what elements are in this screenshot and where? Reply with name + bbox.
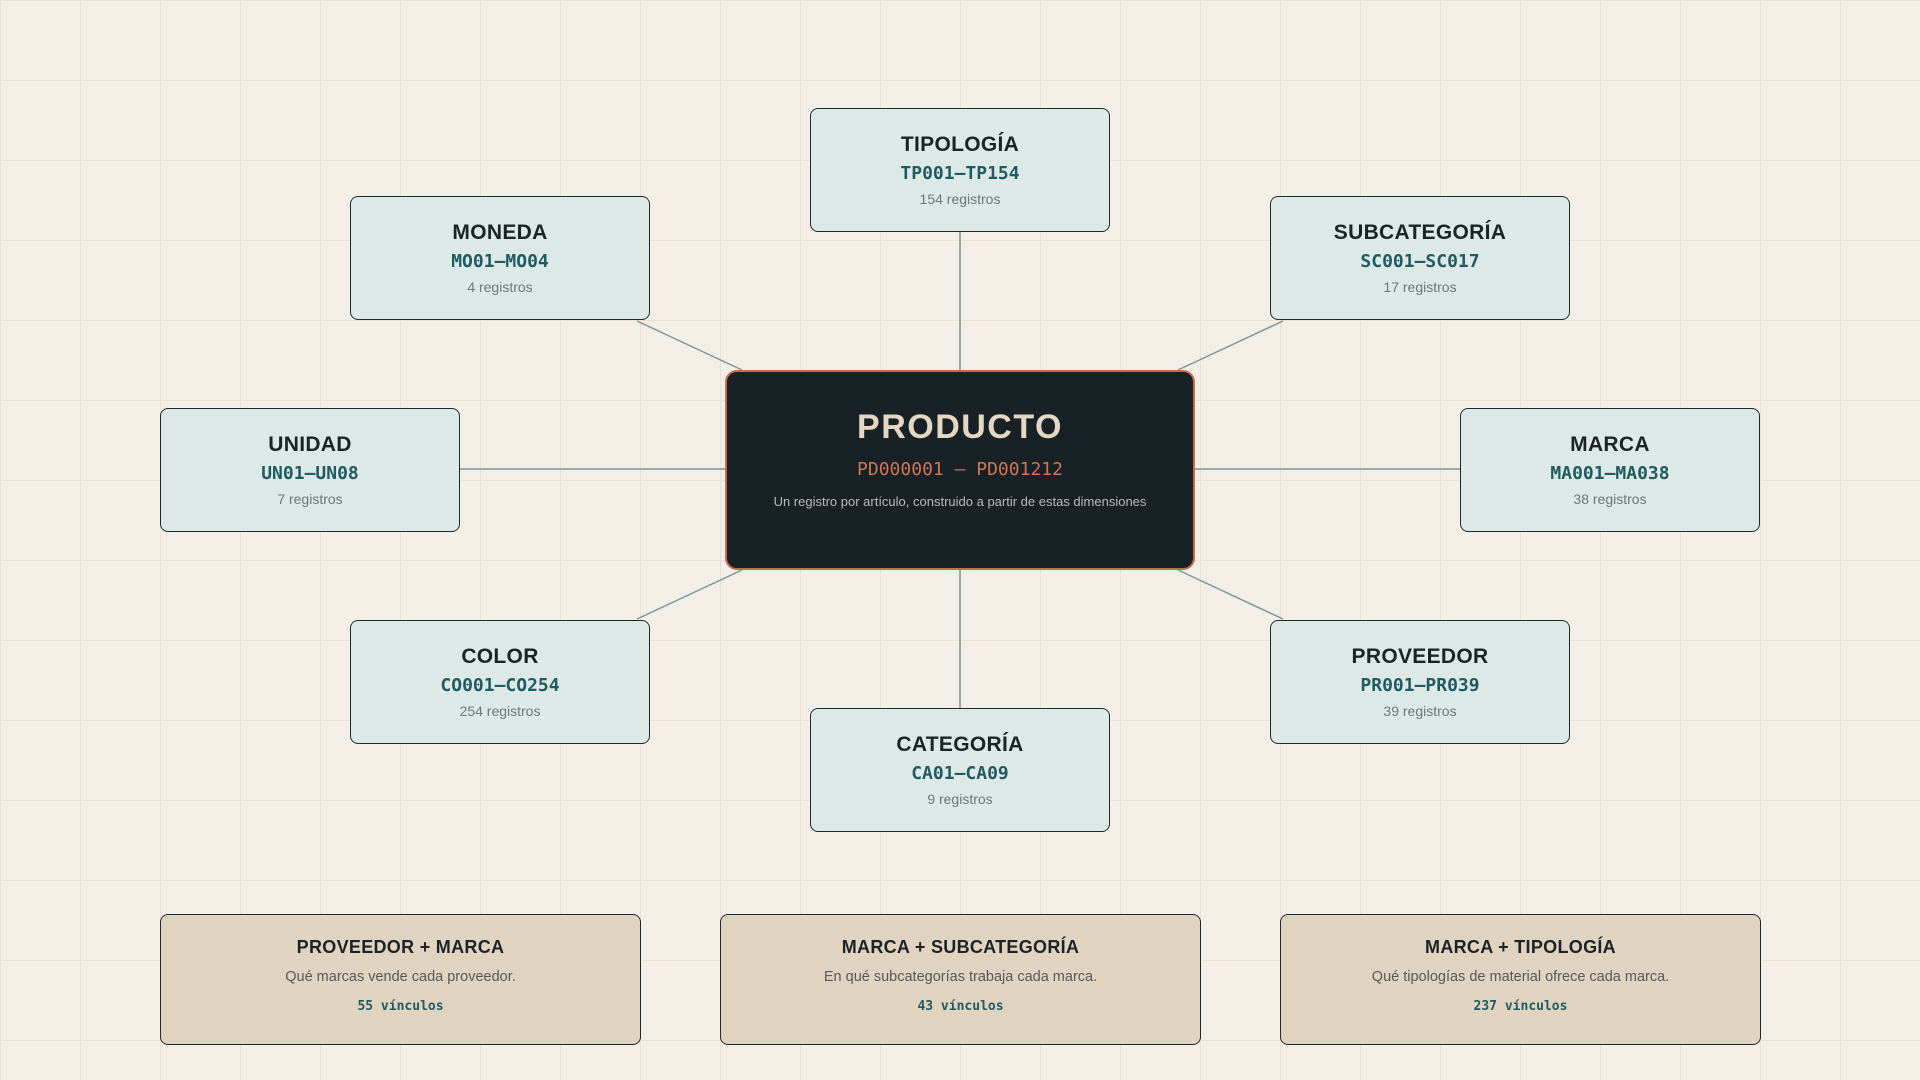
node-unidad: UNIDAD UN01–UN08 7 registros — [160, 408, 460, 532]
relation-marca-subcategoria: MARCA + SUBCATEGORÍA En qué subcategoría… — [720, 914, 1201, 1045]
node-count: 9 registros — [927, 791, 993, 807]
center-description: Un registro por artículo, construido a p… — [773, 494, 1147, 509]
node-moneda: MONEDA MO01–MO04 4 registros — [350, 196, 650, 320]
node-range: TP001–TP154 — [900, 163, 1020, 184]
connector-color — [636, 569, 743, 620]
relation-proveedor-marca: PROVEEDOR + MARCA Qué marcas vende cada … — [160, 914, 641, 1045]
schema-diagram: PRODUCTO PD000001 – PD001212 Un registro… — [0, 0, 1920, 1080]
node-range: UN01–UN08 — [261, 463, 359, 484]
node-range: SC001–SC017 — [1360, 251, 1480, 272]
node-marca: MARCA MA001–MA038 38 registros — [1460, 408, 1760, 532]
connector-proveedor — [1177, 569, 1284, 620]
node-range: CA01–CA09 — [911, 763, 1009, 784]
node-color: COLOR CO001–CO254 254 registros — [350, 620, 650, 744]
node-name: COLOR — [461, 645, 539, 668]
relation-count: 237 vínculos — [1473, 999, 1568, 1014]
node-categoria: CATEGORÍA CA01–CA09 9 registros — [810, 708, 1110, 832]
node-tipologia: TIPOLOGÍA TP001–TP154 154 registros — [810, 108, 1110, 232]
node-name: CATEGORÍA — [896, 733, 1024, 756]
relation-title: PROVEEDOR + MARCA — [296, 937, 505, 957]
node-range: MO01–MO04 — [451, 251, 549, 272]
relation-title: MARCA + TIPOLOGÍA — [1425, 937, 1616, 957]
node-name: PROVEEDOR — [1351, 645, 1489, 668]
center-range: PD000001 – PD001212 — [857, 459, 1063, 480]
relation-count: 55 vínculos — [357, 999, 444, 1014]
node-proveedor: PROVEEDOR PR001–PR039 39 registros — [1270, 620, 1570, 744]
node-count: 254 registros — [459, 703, 541, 719]
node-range: PR001–PR039 — [1360, 675, 1480, 696]
node-subcategoria: SUBCATEGORÍA SC001–SC017 17 registros — [1270, 196, 1570, 320]
node-range: MA001–MA038 — [1550, 463, 1670, 484]
connector-subcategoria — [1177, 320, 1284, 371]
node-count: 17 registros — [1383, 279, 1457, 295]
relation-description: En qué subcategorías trabaja cada marca. — [823, 969, 1098, 985]
node-range: CO001–CO254 — [440, 675, 560, 696]
relation-description: Qué marcas vende cada proveedor. — [285, 969, 516, 985]
node-count: 39 registros — [1383, 703, 1457, 719]
center-node-producto: PRODUCTO PD000001 – PD001212 Un registro… — [725, 370, 1195, 570]
center-title: PRODUCTO — [857, 408, 1063, 446]
node-count: 4 registros — [467, 279, 533, 295]
node-name: UNIDAD — [268, 433, 352, 456]
relation-marca-tipologia: MARCA + TIPOLOGÍA Qué tipologías de mate… — [1280, 914, 1761, 1045]
node-count: 38 registros — [1573, 491, 1647, 507]
node-count: 7 registros — [277, 491, 343, 507]
node-name: MARCA — [1570, 433, 1650, 456]
connector-moneda — [636, 320, 743, 371]
node-name: MONEDA — [452, 221, 548, 244]
node-name: TIPOLOGÍA — [900, 133, 1020, 156]
relation-title: MARCA + SUBCATEGORÍA — [841, 937, 1080, 957]
node-name: SUBCATEGORÍA — [1333, 221, 1507, 244]
relation-count: 43 vínculos — [917, 999, 1004, 1014]
relation-description: Qué tipologías de material ofrece cada m… — [1371, 969, 1670, 985]
node-count: 154 registros — [919, 191, 1001, 207]
